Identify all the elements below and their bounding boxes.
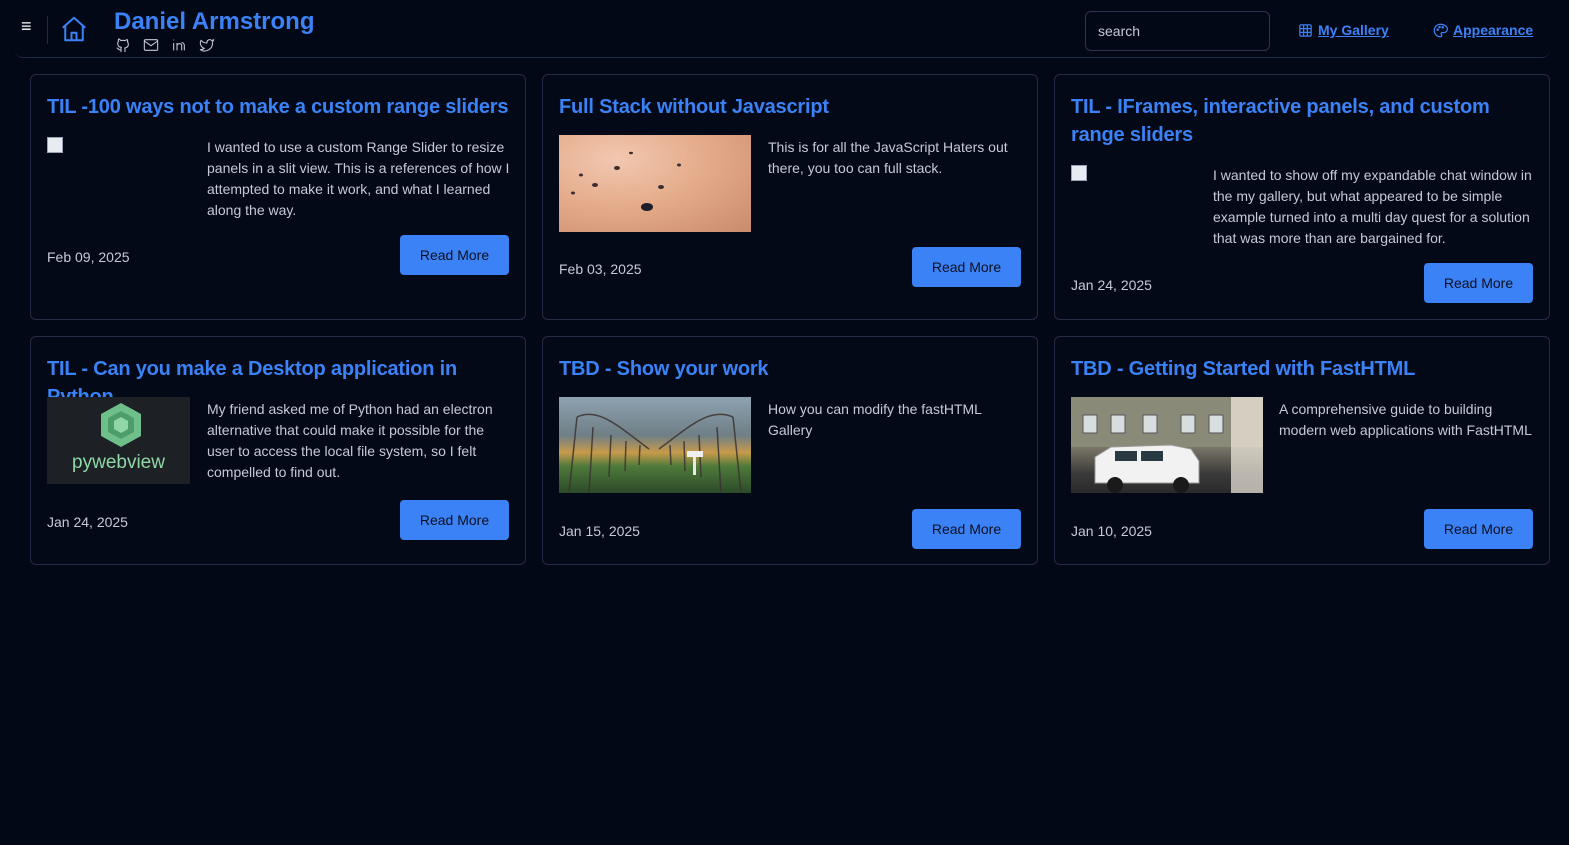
post-date: Jan 24, 2025 (47, 514, 128, 530)
pywebview-logo-text: pywebview (72, 452, 165, 473)
post-description: A comprehensive guide to building modern… (1279, 401, 1532, 438)
post-card: TIL - Can you make a Desktop application… (30, 336, 526, 565)
post-description: This is for all the JavaScript Haters ou… (768, 139, 1008, 176)
twitter-icon[interactable] (199, 37, 215, 53)
orchard-path-photo (559, 397, 751, 493)
post-date: Feb 03, 2025 (559, 261, 642, 277)
post-title[interactable]: TIL - IFrames, interactive panels, and c… (1071, 93, 1535, 149)
post-description: I wanted to use a custom Range Slider to… (207, 139, 510, 218)
site-title[interactable]: Daniel Armstrong (114, 8, 314, 36)
post-title[interactable]: TIL -100 ways not to make a custom range… (47, 93, 511, 121)
mail-icon[interactable] (143, 37, 159, 53)
post-title[interactable]: TBD - Getting Started with FastHTML (1071, 355, 1535, 383)
broken-image (1071, 165, 1196, 181)
read-more-button[interactable]: Read More (400, 500, 509, 540)
appearance-label: Appearance (1453, 22, 1534, 38)
broken-image (47, 137, 191, 153)
post-description: My friend asked me of Python had an elec… (207, 401, 493, 480)
pywebview-logo: pywebview (47, 397, 190, 484)
home-icon[interactable] (59, 14, 89, 44)
read-more-button[interactable]: Read More (1424, 509, 1533, 549)
post-card: TIL -100 ways not to make a custom range… (30, 74, 526, 320)
hamburger-icon[interactable]: ≡ (21, 17, 37, 35)
header-divider (47, 16, 48, 44)
palette-icon (1433, 23, 1448, 37)
sand-stones-photo (559, 135, 751, 232)
top-header: ≡ Daniel Armstrong My Gallery Appearance (15, 0, 1550, 58)
appearance-link[interactable]: Appearance (1433, 22, 1533, 38)
post-card: TBD - Show your work How you can modify … (542, 336, 1038, 565)
post-title[interactable]: TBD - Show your work (559, 355, 1023, 383)
read-more-button[interactable]: Read More (1424, 263, 1533, 303)
search-input[interactable] (1085, 11, 1270, 51)
social-links (115, 37, 215, 53)
post-card: TIL - IFrames, interactive panels, and c… (1054, 74, 1550, 320)
post-card: Full Stack without Javascript This is fo… (542, 74, 1038, 320)
post-date: Feb 09, 2025 (47, 249, 130, 265)
my-gallery-label: My Gallery (1318, 22, 1389, 38)
read-more-button[interactable]: Read More (912, 509, 1021, 549)
post-card: TBD - Getting Started with FastHTML A co… (1054, 336, 1550, 565)
read-more-button[interactable]: Read More (400, 235, 509, 275)
github-icon[interactable] (115, 37, 131, 53)
grid-icon (1299, 23, 1312, 37)
white-jeep-photo (1071, 397, 1263, 493)
linkedin-icon[interactable] (171, 37, 187, 53)
post-title[interactable]: Full Stack without Javascript (559, 93, 1023, 121)
post-description: How you can modify the fastHTML Gallery (768, 401, 982, 438)
my-gallery-link[interactable]: My Gallery (1298, 22, 1389, 38)
post-date: Jan 10, 2025 (1071, 523, 1152, 539)
read-more-button[interactable]: Read More (912, 247, 1021, 287)
post-date: Jan 15, 2025 (559, 523, 640, 539)
post-date: Jan 24, 2025 (1071, 277, 1152, 293)
post-description: I wanted to show off my expandable chat … (1213, 167, 1532, 246)
